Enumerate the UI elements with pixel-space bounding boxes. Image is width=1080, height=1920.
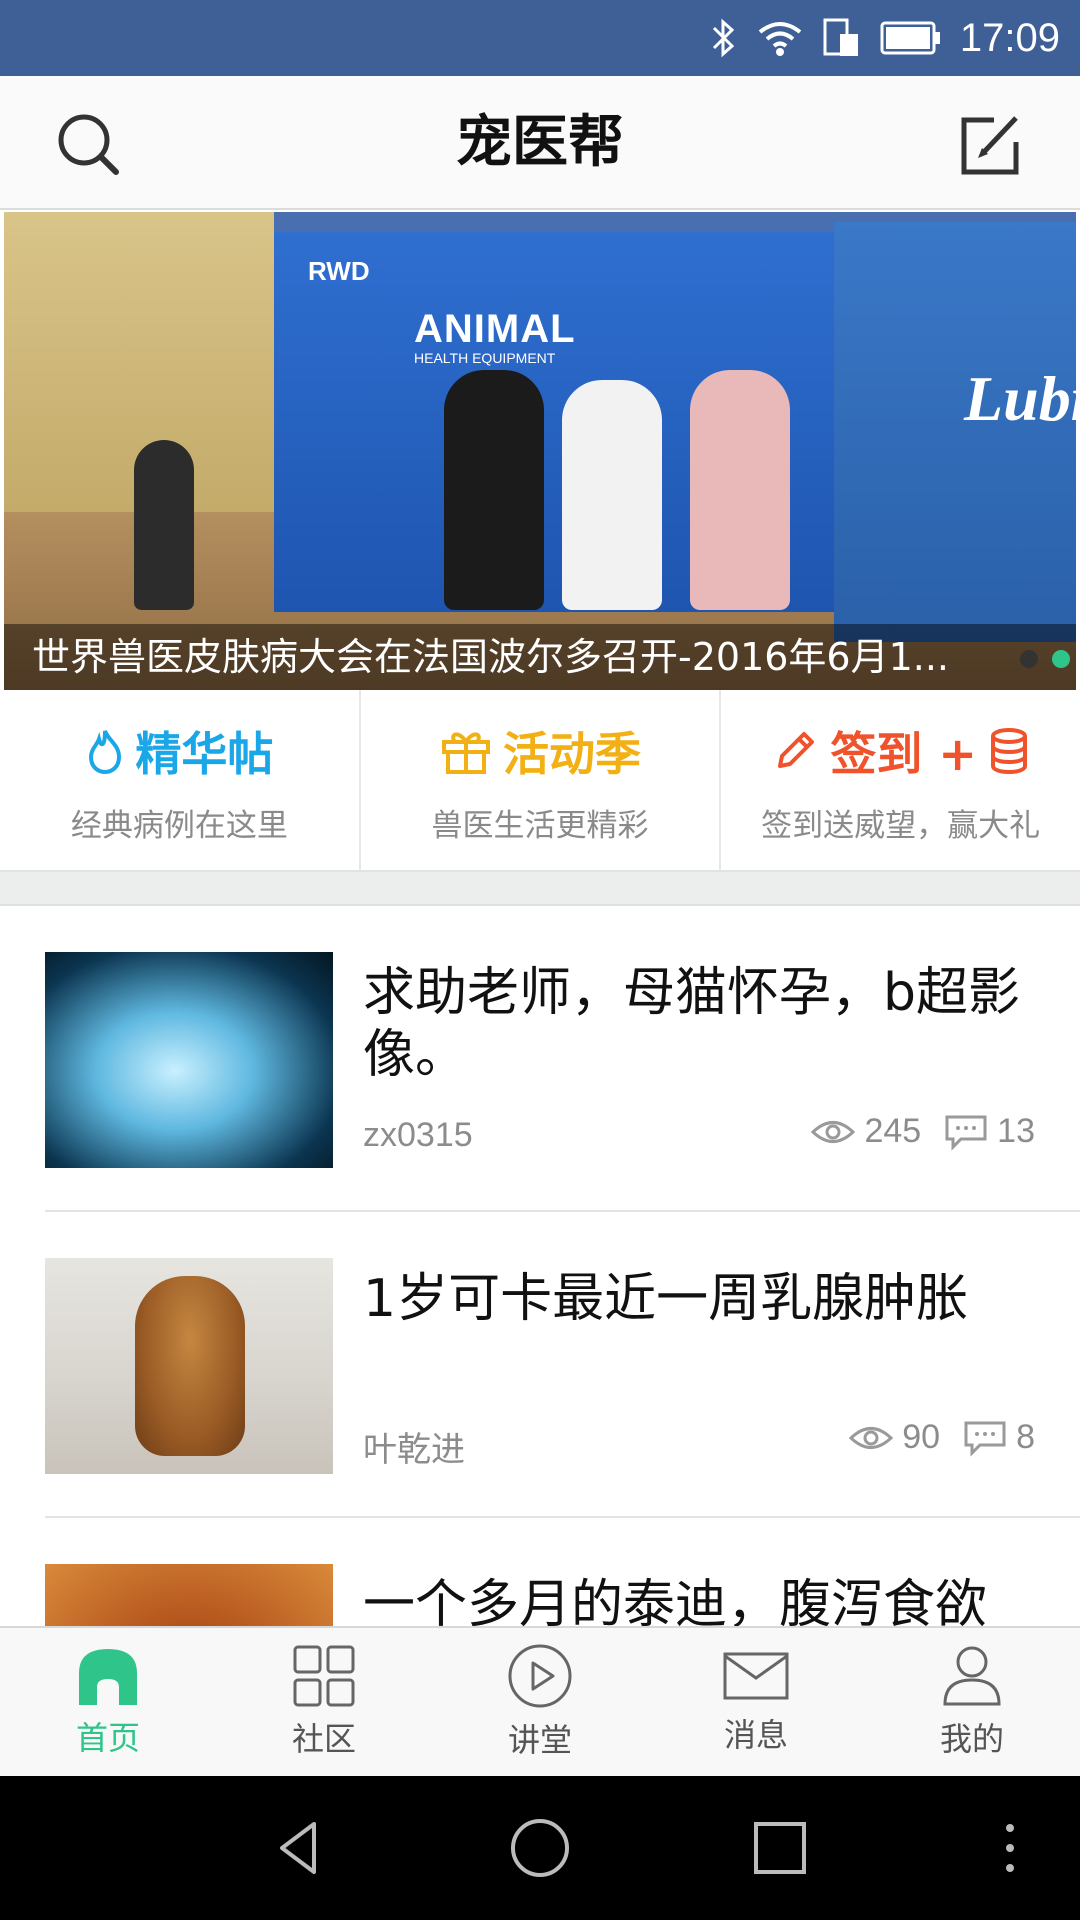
- post-thumbnail: [45, 1258, 333, 1474]
- banner-person: [134, 440, 194, 610]
- post-comments: 8: [1016, 1418, 1035, 1456]
- back-icon: [280, 1822, 316, 1874]
- post-title: 一个多月的泰迪，腹泻食欲: [363, 1575, 988, 1626]
- nav-menu-button[interactable]: [990, 1816, 1030, 1880]
- section-divider: [0, 872, 1080, 906]
- nav-home-button[interactable]: [508, 1816, 572, 1880]
- banner-carousel[interactable]: RWD ANIMAL HEALTH EQUIPMENT Lubr 世界兽医皮肤病…: [4, 212, 1076, 690]
- home-icon: [79, 1649, 137, 1705]
- more-vertical-icon: [1006, 1824, 1014, 1872]
- post-views: 90: [902, 1418, 941, 1456]
- comment-icon: [964, 1421, 1006, 1457]
- entry-featured-title: 精华帖: [135, 726, 274, 781]
- tab-community[interactable]: 社区: [216, 1628, 432, 1776]
- wifi-icon: [758, 22, 802, 56]
- nav-recents-button[interactable]: [748, 1816, 812, 1880]
- banner-person: [444, 370, 544, 610]
- banner-sign-right: Lubr: [964, 363, 1076, 434]
- compose-button[interactable]: [950, 106, 1030, 186]
- tab-home[interactable]: 首页: [0, 1628, 216, 1776]
- nav-back-button[interactable]: [268, 1816, 332, 1880]
- mail-icon: [723, 1652, 789, 1700]
- entry-featured-subtitle: 经典病例在这里: [70, 807, 288, 844]
- bottom-tab-bar: 首页 社区 讲堂 消息 我的: [0, 1626, 1080, 1776]
- comment-icon: [945, 1115, 987, 1151]
- system-nav-bar: [0, 1776, 1080, 1920]
- post-item[interactable]: 一个多月的泰迪，腹泻食欲: [0, 1518, 1080, 1626]
- grid-icon: [293, 1645, 355, 1707]
- tab-label: 讲堂: [507, 1721, 572, 1759]
- entry-checkin-title: 签到 +: [830, 726, 977, 781]
- post-item[interactable]: 求助老师，母猫怀孕，b超影像。 zx0315 245 13: [0, 906, 1080, 1212]
- entry-checkin[interactable]: 签到 + 签到送威望，赢大礼: [721, 690, 1080, 870]
- recents-icon: [754, 1822, 806, 1874]
- entry-events-title: 活动季: [503, 726, 641, 781]
- banner-sign-brand: ANIMAL: [414, 307, 576, 351]
- pencil-icon: [778, 731, 815, 768]
- flame-icon: [89, 729, 122, 774]
- coins-icon: [990, 727, 1027, 774]
- post-comments: 13: [997, 1112, 1035, 1150]
- post-thumbnail: [45, 1564, 333, 1626]
- tab-label: 我的: [939, 1720, 1004, 1758]
- clock: 17:09: [959, 15, 1060, 60]
- tab-label: 社区: [291, 1720, 356, 1758]
- quick-entries: 精华帖 经典病例在这里 活动季 兽医生活更精彩 签到 + 签到送威望，赢大礼: [0, 690, 1080, 872]
- tab-messages[interactable]: 消息: [648, 1628, 864, 1776]
- battery-icon: [880, 21, 940, 55]
- post-author: 叶乾进: [363, 1431, 465, 1469]
- tab-label: 消息: [723, 1716, 788, 1754]
- sim-icon: [823, 18, 858, 56]
- post-feed: 求助老师，母猫怀孕，b超影像。 zx0315 245 13 1岁可卡最近一周乳腺…: [0, 906, 1080, 1626]
- dog-photo-shape: [135, 1276, 245, 1456]
- status-bar: 17:09: [0, 0, 1080, 76]
- post-author: zx0315: [363, 1116, 473, 1154]
- post-item[interactable]: 1岁可卡最近一周乳腺肿胀 叶乾进 90 8: [0, 1212, 1080, 1518]
- banner-person: [690, 370, 790, 610]
- entry-events-subtitle: 兽医生活更精彩: [431, 807, 649, 844]
- person-icon: [943, 1646, 1001, 1706]
- entry-checkin-subtitle: 签到送威望，赢大礼: [761, 807, 1041, 844]
- post-views: 245: [864, 1112, 922, 1150]
- post-title: 1岁可卡最近一周乳腺肿胀: [363, 1269, 969, 1329]
- tab-profile[interactable]: 我的: [864, 1628, 1080, 1776]
- eye-icon: [849, 1426, 894, 1449]
- entry-featured-posts[interactable]: 精华帖 经典病例在这里: [0, 690, 361, 870]
- home-circle-icon: [511, 1819, 569, 1877]
- banner-person: [562, 380, 662, 610]
- post-title: 求助老师，母猫怀孕，b超影像。: [363, 963, 1021, 1085]
- carousel-indicator: [1020, 650, 1038, 668]
- bluetooth-icon: [712, 18, 735, 58]
- entry-events[interactable]: 活动季 兽医生活更精彩: [361, 690, 722, 870]
- gift-icon: [442, 732, 490, 774]
- edit-icon: [961, 116, 1019, 175]
- post-stats: 245 13: [810, 1112, 1035, 1151]
- tab-label: 首页: [75, 1719, 140, 1757]
- page-title: 宠医帮: [456, 110, 624, 175]
- play-icon: [508, 1644, 572, 1708]
- eye-icon: [811, 1120, 856, 1143]
- banner-sign-brand-sub: HEALTH EQUIPMENT: [414, 350, 556, 366]
- banner-sign-logo: RWD: [308, 256, 370, 286]
- carousel-indicator-active: [1052, 650, 1070, 668]
- tab-lectures[interactable]: 讲堂: [432, 1628, 648, 1776]
- post-stats: 90 8: [848, 1418, 1035, 1457]
- post-thumbnail: [45, 952, 333, 1168]
- banner-caption: 世界兽医皮肤病大会在法国波尔多召开-2016年6月1...: [32, 635, 950, 679]
- app-header: 宠医帮: [0, 76, 1080, 210]
